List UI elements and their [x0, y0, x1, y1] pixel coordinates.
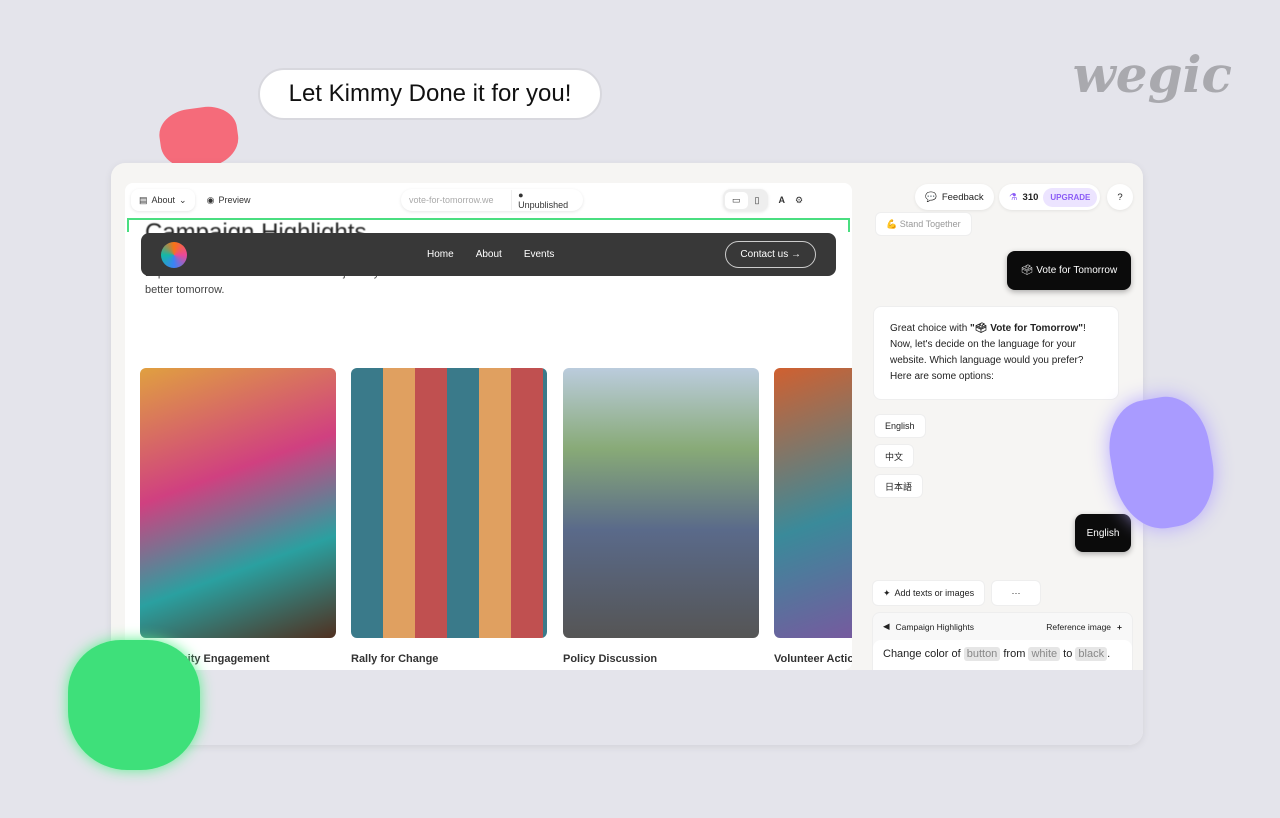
prompt-tag[interactable]: button	[963, 647, 1001, 661]
more-button[interactable]: ···	[991, 580, 1041, 606]
msg-site-name: "🗳 Vote for Tomorrow"	[970, 323, 1083, 334]
page-icon: ▤	[139, 194, 148, 205]
preview-label: Preview	[218, 195, 251, 205]
nav-events[interactable]: Events	[524, 249, 555, 260]
preview-button[interactable]: ◉ Preview	[207, 195, 251, 206]
help-button[interactable]: ?	[1107, 184, 1133, 210]
site-url[interactable]: vote-for-tomorrow.we	[409, 195, 507, 205]
editor-window: ▤ About ⌄ ◉ Preview vote-for-tomorrow.we ● …	[111, 163, 1143, 745]
language-option-japanese[interactable]: 日本語	[874, 474, 924, 498]
photo-volunteer	[774, 368, 852, 638]
font-style-icon[interactable]: A	[778, 195, 785, 205]
user-message: English	[1075, 514, 1131, 552]
sparkle-icon: ✦	[883, 587, 891, 598]
page-select-label: About	[151, 195, 176, 205]
caret-left-icon[interactable]: ◀	[883, 621, 890, 632]
card-title: Policy Discussion	[563, 653, 658, 665]
reference-image-button[interactable]: Reference image	[1046, 622, 1111, 632]
language-option-english[interactable]: English	[874, 414, 926, 438]
msg-text: Great choice with	[890, 323, 971, 334]
section-label: Campaign Highlights	[895, 621, 974, 632]
potion-icon: ⚗	[1009, 191, 1018, 203]
green-mascot	[68, 640, 200, 770]
site-logo	[161, 241, 187, 268]
assistant-message: Great choice with "🗳 Vote for Tomorrow"!…	[873, 306, 1119, 400]
feedback-button[interactable]: 💬 Feedback	[915, 184, 994, 210]
previous-option: 💪 Stand Together	[875, 212, 972, 236]
bottom-fade	[111, 670, 1143, 745]
add-label: Add texts or images	[894, 588, 975, 598]
nav-about[interactable]: About	[476, 249, 502, 260]
nav-home[interactable]: Home	[427, 249, 454, 260]
prompt-tag[interactable]: white	[1028, 647, 1061, 661]
add-content-button[interactable]: ✦ Add texts or images	[872, 580, 986, 606]
settings-icon[interactable]: ⚙	[795, 195, 803, 206]
site-preview: ▤ About ⌄ ◉ Preview vote-for-tomorrow.we ● …	[125, 183, 852, 670]
desktop-view-button[interactable]: ▭	[725, 191, 748, 209]
chat-icon: 💬	[925, 191, 937, 203]
card-title: Rally for Change	[351, 653, 439, 665]
user-message: 🗳 Vote for Tomorrow	[1007, 251, 1131, 290]
credits-display: ⚗ 310 UPGRADE	[999, 184, 1101, 210]
bubble-text: Let Kimmy Done it for you!	[288, 80, 572, 107]
page-select[interactable]: ▤ About ⌄	[131, 189, 195, 211]
status-text: Unpublished	[518, 200, 569, 210]
prompt-tag[interactable]: black	[1075, 647, 1108, 661]
credits-count: 310	[1022, 191, 1039, 203]
prompt-text: .	[1107, 648, 1111, 660]
language-option-chinese[interactable]: 中文	[874, 444, 915, 468]
wegic-logo: wegic	[1072, 45, 1232, 104]
eye-icon: ◉	[206, 194, 215, 205]
site-navbar: Home About Events Contact us →	[141, 233, 836, 276]
photo-community	[140, 368, 336, 638]
chat-panel: 💬 Feedback ⚗ 310 UPGRADE ? 💪 Stand Together…	[861, 163, 1143, 682]
photo-policy	[563, 368, 759, 638]
upgrade-button[interactable]: UPGRADE	[1043, 187, 1098, 207]
speech-bubble: Let Kimmy Done it for you!	[258, 68, 602, 120]
card-title: Volunteer Action	[774, 653, 852, 665]
photo-rally	[351, 368, 547, 638]
contact-button[interactable]: Contact us →	[725, 241, 816, 268]
prompt-text: to	[1060, 648, 1076, 660]
chevron-down-icon: ⌄	[179, 194, 187, 205]
prompt-text: from	[1000, 648, 1029, 660]
prompt-text: Change color of	[883, 648, 964, 660]
plus-icon[interactable]: +	[1117, 622, 1122, 632]
status-badge: ● Unpublished	[511, 190, 575, 210]
feedback-label: Feedback	[941, 191, 984, 203]
mobile-view-button[interactable]: ▯	[748, 192, 767, 209]
